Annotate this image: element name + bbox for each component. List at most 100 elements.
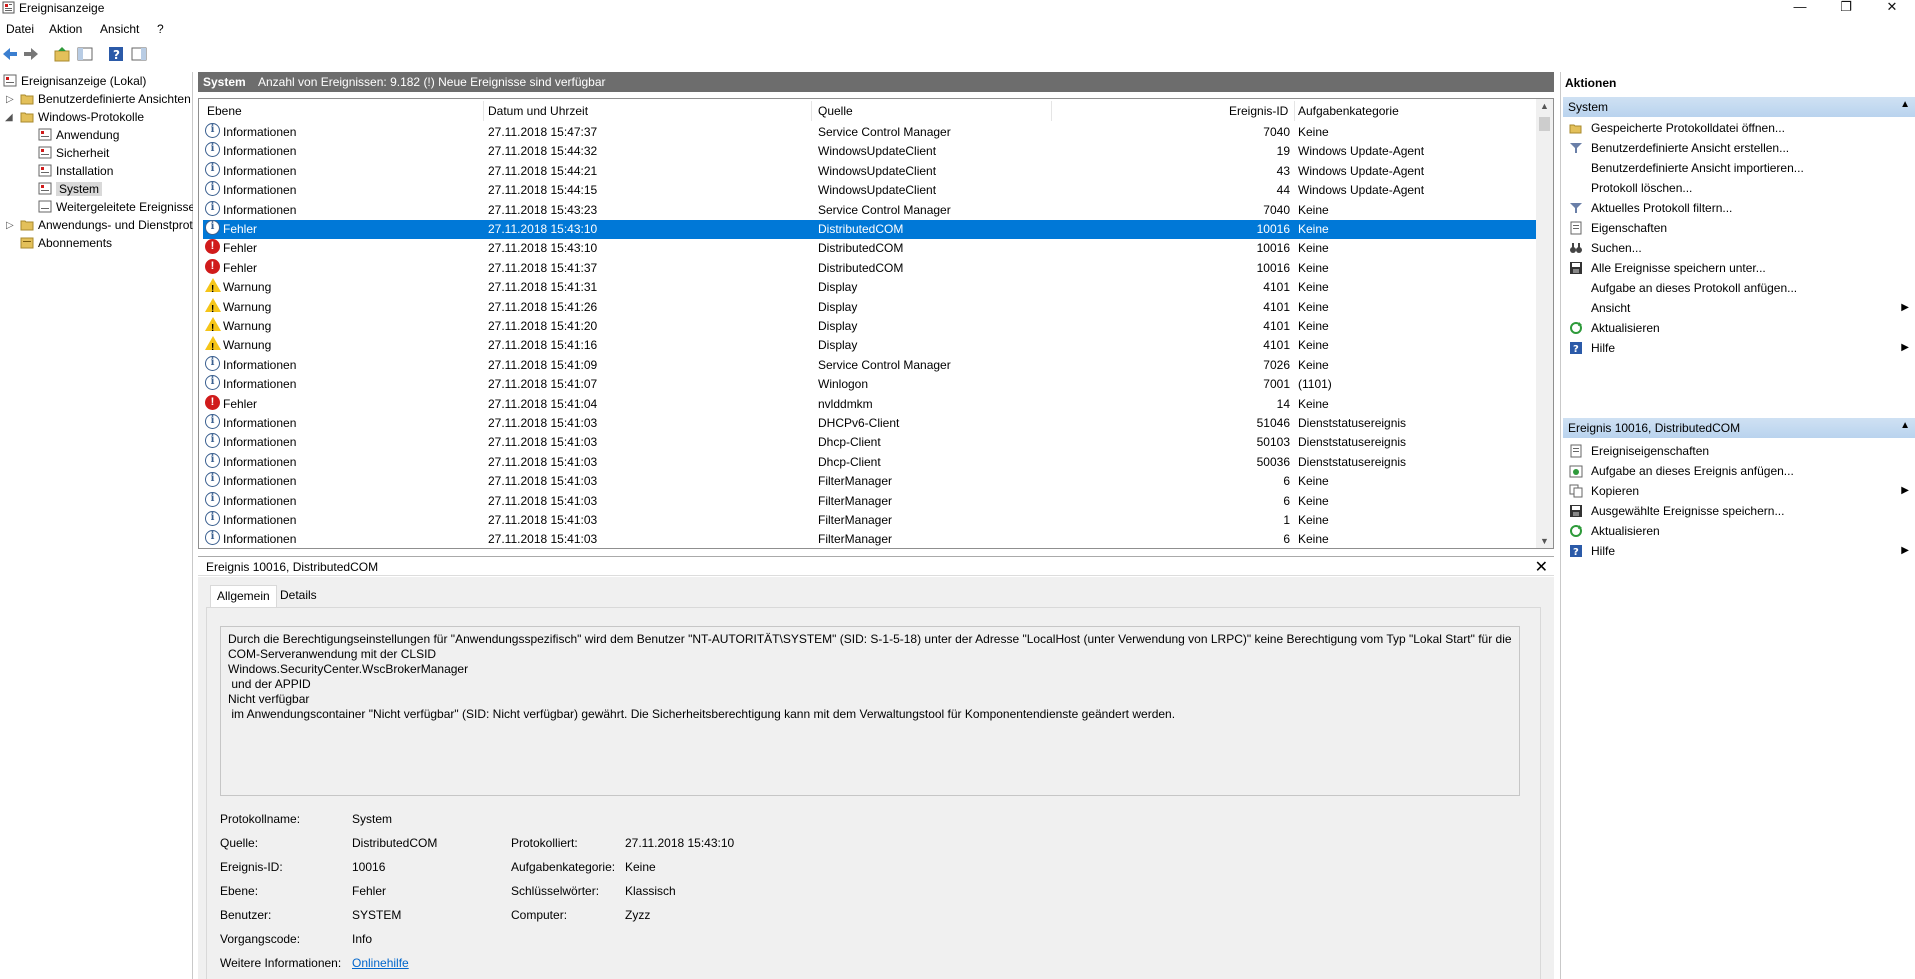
- action-ansicht[interactable]: Ansicht ▶: [1569, 298, 1909, 318]
- show-hide-tree-icon[interactable]: [76, 45, 94, 63]
- help-icon[interactable]: ?: [107, 45, 125, 63]
- table-row[interactable]: Warnung 27.11.2018 15:41:20 Display 4101 Kei…: [203, 317, 1536, 338]
- action-aktualisieren[interactable]: Aktualisieren: [1569, 318, 1909, 338]
- subscriptions-icon: [20, 237, 34, 249]
- table-row[interactable]: Warnung 27.11.2018 15:41:31 Display 4101 Kei…: [203, 278, 1536, 299]
- table-row[interactable]: ! Fehler 27.11.2018 15:41:04 nvlddmkm 14 Kein…: [203, 394, 1536, 414]
- action-suchen[interactable]: Suchen...: [1569, 238, 1909, 258]
- minimize-button[interactable]: —: [1777, 0, 1823, 16]
- column-datum[interactable]: Datum und Uhrzeit: [488, 104, 588, 118]
- table-row[interactable]: i Informationen 27.11.2018 15:41:07 Winlogo…: [203, 375, 1536, 394]
- tree-log-sicherheit[interactable]: Sicherheit: [38, 144, 109, 162]
- expand-chevron-icon[interactable]: ▷: [6, 94, 14, 105]
- action-benutzerdefinierte-ansicht-erstellen[interactable]: Benutzerdefinierte Ansicht erstellen...: [1569, 138, 1909, 158]
- action-protokoll-löschen[interactable]: Protokoll löschen...: [1569, 178, 1909, 198]
- tree-app-services[interactable]: Anwendungs- und Dienstprotokolle: [20, 216, 193, 234]
- tree-windows-logs[interactable]: Windows-Protokolle: [20, 108, 144, 126]
- action-aktualisieren[interactable]: Aktualisieren: [1569, 521, 1909, 541]
- tree-custom-views[interactable]: Benutzerdefinierte Ansichten: [20, 90, 191, 108]
- cell-source: Display: [818, 319, 858, 333]
- help-icon: ?: [1569, 341, 1583, 355]
- table-row[interactable]: i Informationen 27.11.2018 15:47:37 Service…: [203, 123, 1536, 142]
- column-divider[interactable]: [483, 101, 484, 121]
- up-folder-icon[interactable]: [53, 45, 71, 63]
- action-hilfe[interactable]: ? Hilfe ▶: [1569, 338, 1909, 358]
- action-ausgewählte-ereignisse-speichern[interactable]: Ausgewählte Ereignisse speichern...: [1569, 501, 1909, 521]
- action-aufgabe-an-dieses-protokoll-anfügen[interactable]: Aufgabe an dieses Protokoll anfügen...: [1569, 278, 1909, 298]
- collapse-caret-icon[interactable]: ▲: [1900, 420, 1910, 431]
- cell-event-id: 6: [1283, 474, 1290, 489]
- action-eigenschaften[interactable]: Eigenschaften: [1569, 218, 1909, 238]
- action-kopieren[interactable]: Kopieren ▶: [1569, 481, 1909, 501]
- tree-log-system[interactable]: System: [38, 180, 103, 198]
- collapse-chevron-icon[interactable]: ◢: [5, 112, 13, 123]
- action-benutzerdefinierte-ansicht-importieren[interactable]: Benutzerdefinierte Ansicht importieren..…: [1569, 158, 1909, 178]
- table-row[interactable]: i Informationen 27.11.2018 15:41:03 FilterM…: [203, 530, 1536, 548]
- action-alle-ereignisse-speichern-unter[interactable]: Alle Ereignisse speichern unter...: [1569, 258, 1909, 278]
- cell-level: Informationen: [223, 125, 297, 139]
- actions-group-system[interactable]: System ▲: [1563, 97, 1915, 117]
- column-quelle[interactable]: Quelle: [818, 104, 853, 118]
- table-row[interactable]: i Informationen 27.11.2018 15:41:03 FilterM…: [203, 491, 1536, 511]
- forward-arrow-icon[interactable]: [22, 45, 40, 63]
- menu-datei[interactable]: Datei: [6, 22, 34, 36]
- tab-allgemein[interactable]: Allgemein: [210, 585, 277, 607]
- cell-event-id: 7001: [1263, 377, 1290, 392]
- column-ereignis-id[interactable]: Ereignis-ID: [1229, 104, 1288, 118]
- table-row[interactable]: i Informationen 27.11.2018 15:41:03 Dhcp-Cl…: [203, 433, 1536, 452]
- table-row[interactable]: i Informationen 27.11.2018 15:44:32 Windows…: [203, 142, 1536, 161]
- event-list-scrollbar[interactable]: ▲ ▼: [1536, 99, 1553, 548]
- table-row[interactable]: i Informationen 27.11.2018 15:41:03 DHCPv6-…: [203, 414, 1536, 433]
- column-divider[interactable]: [1294, 101, 1295, 121]
- action-gespeicherte-protokolldatei-öffnen[interactable]: Gespeicherte Protokolldatei öffnen...: [1569, 118, 1909, 138]
- show-action-pane-icon[interactable]: [130, 45, 148, 63]
- menu-help[interactable]: ?: [157, 22, 164, 36]
- table-row[interactable]: ! Fehler 27.11.2018 15:41:37 DistributedCOM…: [203, 258, 1536, 278]
- table-row[interactable]: i Fehler 27.11.2018 15:43:10 DistributedCOM…: [203, 220, 1536, 239]
- menu-aktion[interactable]: Aktion: [49, 22, 82, 36]
- cell-level: Informationen: [223, 163, 297, 178]
- action-ereigniseigenschaften[interactable]: Ereigniseigenschaften: [1569, 441, 1909, 461]
- online-help-link[interactable]: Onlinehilfe: [352, 956, 409, 970]
- cell-category: Windows Update-Agent: [1298, 183, 1425, 198]
- expand-chevron-icon[interactable]: ▷: [6, 220, 14, 231]
- tree-root[interactable]: Ereignisanzeige (Lokal): [3, 72, 146, 90]
- table-row[interactable]: Warnung 27.11.2018 15:41:26 Display 4101 Kei…: [203, 297, 1536, 319]
- actions-group-event[interactable]: Ereignis 10016, DistributedCOM ▲: [1563, 418, 1915, 438]
- tree-log-installation[interactable]: Installation: [38, 162, 113, 180]
- table-row[interactable]: i Informationen 27.11.2018 15:44:15 Windows…: [203, 181, 1536, 200]
- tab-details[interactable]: Details: [274, 585, 323, 607]
- cell-source: FilterManager: [818, 532, 893, 547]
- column-ebene[interactable]: Ebene: [207, 104, 242, 118]
- table-row[interactable]: i Informationen 27.11.2018 15:44:21 Windows…: [203, 161, 1536, 181]
- save-icon: [1569, 504, 1583, 518]
- event-description[interactable]: Durch die Berechtigungseinstellungen für…: [220, 626, 1520, 796]
- collapse-caret-icon[interactable]: ▲: [1900, 99, 1910, 110]
- table-row[interactable]: i Informationen 27.11.2018 15:41:03 FilterM…: [203, 472, 1536, 491]
- table-row[interactable]: i Informationen 27.11.2018 15:41:03 Dhcp-Cl…: [203, 452, 1536, 472]
- cell-level: Informationen: [223, 357, 297, 372]
- scroll-down-icon[interactable]: ▼: [1540, 536, 1549, 546]
- action-aktuelles-protokoll-filtern[interactable]: Aktuelles Protokoll filtern...: [1569, 198, 1909, 218]
- column-aufgabenkategorie[interactable]: Aufgabenkategorie: [1298, 104, 1399, 118]
- column-divider[interactable]: [1051, 101, 1052, 121]
- table-row[interactable]: i Informationen 27.11.2018 15:41:09 Service…: [203, 355, 1536, 375]
- scroll-up-icon[interactable]: ▲: [1540, 101, 1549, 111]
- table-row[interactable]: i Informationen 27.11.2018 15:41:03 FilterM…: [203, 511, 1536, 530]
- submenu-arrow-icon: ▶: [1901, 342, 1909, 353]
- restore-button[interactable]: ❐: [1823, 0, 1869, 16]
- close-window-button[interactable]: ✕: [1869, 0, 1915, 16]
- tree-subscriptions[interactable]: Abonnements: [20, 234, 112, 252]
- close-icon[interactable]: ✕: [1535, 557, 1548, 577]
- tree-log-anwendung[interactable]: Anwendung: [38, 126, 119, 144]
- action-hilfe[interactable]: ? Hilfe ▶: [1569, 541, 1909, 561]
- scroll-thumb[interactable]: [1539, 117, 1550, 131]
- tree-log-forwarded[interactable]: Weitergeleitete Ereignisse: [38, 198, 193, 216]
- menu-ansicht[interactable]: Ansicht: [100, 22, 139, 36]
- table-row[interactable]: i Informationen 27.11.2018 15:43:23 Service…: [203, 200, 1536, 220]
- table-row[interactable]: ! Fehler 27.11.2018 15:43:10 DistributedCOM…: [203, 239, 1536, 258]
- table-row[interactable]: Warnung 27.11.2018 15:41:16 Display 4101 Kei…: [203, 336, 1536, 357]
- back-arrow-icon[interactable]: [1, 45, 19, 63]
- column-divider[interactable]: [811, 101, 812, 121]
- action-aufgabe-an-dieses-ereignis-anfügen[interactable]: Aufgabe an dieses Ereignis anfügen...: [1569, 461, 1909, 481]
